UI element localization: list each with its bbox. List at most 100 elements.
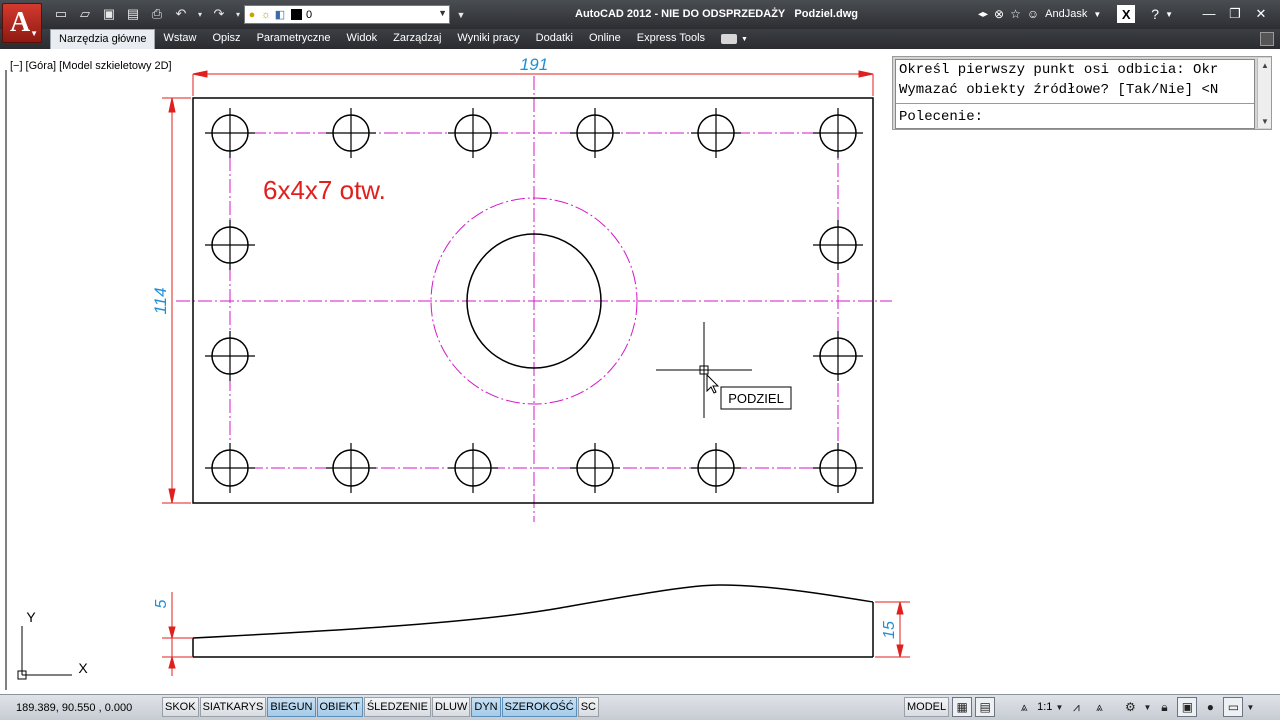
infocenter-expand-icon[interactable]: ◂▸ [978,9,988,20]
ucs-y-label: Y [26,609,36,625]
open-file-icon[interactable]: ▱ [76,5,94,23]
ribbon-tab-bar: Narzędzia główne Wstaw Opisz Parametrycz… [0,29,1280,49]
tab-online[interactable]: Online [581,29,629,49]
ucs-icon [17,626,72,680]
help-dropdown-icon[interactable]: ▼ [1165,10,1173,19]
toggle-dluw[interactable]: DLUW [431,697,471,717]
bolt-hole [813,220,863,270]
command-prompt-input[interactable]: Polecenie: [896,107,1254,127]
save-icon[interactable]: ▣ [100,5,118,23]
pointer-icon [706,373,720,394]
annotation-scale-value[interactable]: 1:1 [1037,701,1052,713]
bolt-hole [813,443,863,493]
tab-home[interactable]: Narzędzia główne [50,29,156,49]
binoculars-icon[interactable]: ⊗ [994,7,1004,21]
model-space-button[interactable]: MODEL [904,697,950,717]
annotation-visibility-icon[interactable]: ⩘ [1066,697,1086,717]
quick-view-layouts-icon[interactable]: ▦ [952,697,973,717]
star-icon[interactable]: ☆ [1010,7,1021,21]
exchange-icon[interactable]: X [1117,5,1136,23]
chevron-down-icon: ▼ [30,29,38,38]
isolate-objects-icon[interactable]: ● [1200,697,1220,717]
bolt-hole [326,443,376,493]
status-tray: MODEL ▦ ▤ ⩓ 1:1 ▼ ⩘ ⩓ ⚙ ▼ 🔒︎ ▣ ● ▭ ▼ [904,697,1254,717]
lock-icon: ◧ [274,9,286,21]
bolt-hole [813,108,863,158]
centerlines [176,76,892,522]
tab-view[interactable]: Widok [339,29,386,49]
new-file-icon[interactable]: ▭ [52,5,70,23]
minimize-icon[interactable]: — [1196,4,1222,23]
command-history-line: Określ pierwszy punkt osi odbicia: Okr [899,62,1219,78]
toggle-dyn[interactable]: DYN [471,697,501,717]
toggle-śledzenie[interactable]: ŚLEDZENIE [363,697,431,717]
quick-view-drawings-icon[interactable]: ▤ [975,697,996,717]
title-bar: A ▼ ▭ ▱ ▣ ▤ ⎙ ↶ ▾ ↷ ▾ ● ☼ ◧ 0 ▼ ▼ AutoCA… [0,0,1280,43]
toggle-sc[interactable]: SC [577,697,599,717]
dim-side-right-text: 15 [881,621,898,639]
dim-width-text: 191 [520,55,548,74]
hardware-acceleration-icon[interactable]: ▣ [1177,697,1198,717]
hole-note: 6x4x7 otw. [263,175,386,205]
redo-dropdown-icon[interactable]: ▾ [234,5,242,23]
save-as-icon[interactable]: ▤ [124,5,142,23]
divider [896,103,1254,104]
tab-annotate[interactable]: Opisz [204,29,248,49]
tooltip-text: PODZIEL [728,391,784,406]
qat-customize-icon[interactable]: ▼ [452,6,470,24]
ribbon-options-icon[interactable] [1260,32,1274,46]
scroll-up-icon[interactable]: ▲ [1258,58,1272,72]
clean-screen-icon[interactable]: ▭ [1223,697,1244,717]
restore-icon[interactable]: ❐ [1222,4,1248,23]
sun-icon: ☼ [260,8,272,21]
bolt-hole [813,331,863,381]
ribbon-tabs: Narzędzia główne Wstaw Opisz Parametrycz… [50,29,748,49]
bolt-hole [448,443,498,493]
bolt-hole [691,443,741,493]
auto-scale-icon[interactable]: ⩓ [1089,697,1109,717]
command-line-scrollbar[interactable]: ▲ ▼ [1257,58,1271,128]
ribbon-minimize-button[interactable]: ▼ [713,29,748,49]
user-dropdown-icon[interactable]: ▼ [1093,10,1101,19]
command-history-line: Wymazać obiekty źródłowe? [Tak/Nie] <N [899,82,1219,98]
chevron-down-icon[interactable]: ▼ [1143,697,1151,717]
bolt-hole [205,331,255,381]
help-icon[interactable]: ? [1151,6,1159,22]
toggle-szerokość[interactable]: SZEROKOŚĆ [501,697,577,717]
toggle-biegun[interactable]: BIEGUN [267,697,316,717]
workspace-switching-icon[interactable]: ⚙ [1120,697,1140,717]
toggle-siatkarys[interactable]: SIATKARYS [199,697,267,717]
undo-icon[interactable]: ↶ [172,5,190,23]
layer-color-swatch [291,9,302,20]
tab-insert[interactable]: Wstaw [155,29,204,49]
status-menu-icon[interactable]: ▼ [1246,697,1254,717]
bolt-hole [205,443,255,493]
tab-express-tools[interactable]: Express Tools [629,29,713,49]
command-line-history[interactable]: Określ pierwszy punkt osi odbicia: Okr W… [895,59,1255,129]
application-menu-button[interactable]: A ▼ [2,3,42,43]
command-tooltip: PODZIEL [720,386,792,410]
scroll-down-icon[interactable]: ▼ [1258,114,1272,128]
toggle-obiekt[interactable]: OBIEKT [316,697,363,717]
annotation-scale-icon[interactable]: ⩓ [1014,697,1034,717]
toggle-skok[interactable]: SKOK [162,697,199,717]
close-icon[interactable]: ✕ [1248,4,1274,23]
undo-dropdown-icon[interactable]: ▾ [196,5,204,23]
print-icon[interactable]: ⎙ [148,5,166,23]
user-name[interactable]: AndJask [1045,8,1087,20]
coordinate-readout[interactable]: 189.389, 90.550 , 0.000 [16,702,132,714]
tab-parametric[interactable]: Parametryczne [249,29,339,49]
ucs-x-label: X [78,660,88,676]
user-icon[interactable]: ☺ [1027,7,1039,21]
tab-plugins[interactable]: Dodatki [528,29,581,49]
drawing-canvas[interactable]: 191 114 6x4x7 otw. PODZIEL 5 15 Y X [0,50,1280,694]
layer-dropdown[interactable]: ● ☼ ◧ 0 ▼ [244,5,450,24]
chevron-down-icon[interactable]: ▼ [1055,697,1063,717]
bolt-hole [570,443,620,493]
tab-manage[interactable]: Zarządzaj [385,29,449,49]
command-line-window: Określ pierwszy punkt osi odbicia: Okr W… [892,56,1272,130]
toolbar-lock-icon[interactable]: 🔒︎ [1154,697,1174,717]
tab-output[interactable]: Wyniki pracy [449,29,527,49]
redo-icon[interactable]: ↷ [210,5,228,23]
width-dimension [192,70,874,96]
